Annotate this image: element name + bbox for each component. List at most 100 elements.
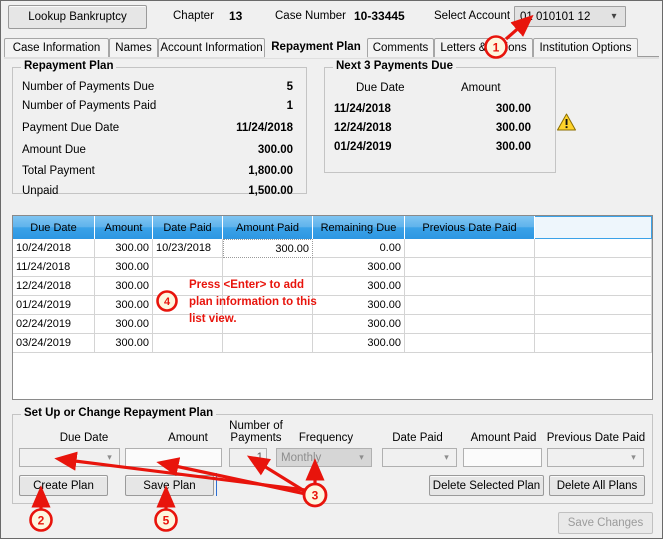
setup-frequency-dropdown[interactable]: Monthly ▾	[276, 448, 372, 467]
cell-remaining-due[interactable]: 300.00	[313, 277, 405, 296]
cell-due-date[interactable]: 10/24/2018	[13, 239, 95, 258]
cell-previous-date-paid[interactable]	[405, 277, 535, 296]
cell-due-date[interactable]: 02/24/2019	[13, 315, 95, 334]
setup-date-paid-label: Date Paid	[392, 432, 443, 444]
cell-extra[interactable]	[535, 258, 652, 277]
setup-amount-paid-input[interactable]	[463, 448, 542, 467]
grid-column-blank[interactable]	[535, 216, 652, 239]
setup-num-payments-label-line2: Payments	[230, 432, 282, 444]
table-row[interactable]: 03/24/2019 300.00 300.00	[13, 334, 652, 353]
create-plan-button[interactable]: Create Plan	[19, 475, 108, 496]
chapter-label: Chapter	[173, 10, 214, 22]
total-payment-label: Total Payment	[22, 165, 95, 177]
amount-due-label: Amount Due	[22, 144, 86, 156]
chevron-down-icon: ▾	[107, 452, 112, 462]
cell-amount[interactable]: 300.00	[95, 334, 153, 353]
amount-due-value: 300.00	[257, 144, 293, 156]
setup-due-date-picker[interactable]: ▾	[19, 448, 120, 467]
tab-letters-and-actions[interactable]: Letters & Actions	[434, 38, 533, 57]
table-row[interactable]: 02/24/2019 300.00 300.00	[13, 315, 652, 334]
cell-amount[interactable]: 300.00	[95, 258, 153, 277]
num-payments-paid-label: Number of Payments Paid	[22, 100, 157, 112]
cell-date-paid[interactable]	[153, 258, 223, 277]
cell-previous-date-paid[interactable]	[405, 315, 535, 334]
repayment-plan-group-title: Repayment Plan	[21, 60, 117, 72]
cell-previous-date-paid[interactable]	[405, 296, 535, 315]
payment-due-date-label: Payment Due Date	[22, 122, 120, 134]
tab-repayment-plan[interactable]: Repayment Plan	[265, 35, 367, 58]
tab-comments[interactable]: Comments	[367, 38, 434, 57]
cell-previous-date-paid[interactable]	[405, 239, 535, 258]
cell-amount[interactable]: 300.00	[95, 296, 153, 315]
grid-column-previous-date-paid[interactable]: Previous Date Paid	[405, 216, 535, 239]
select-account-dropdown[interactable]: 01 010101 12 ▾	[514, 6, 626, 27]
application-window: Lookup Bankruptcy Chapter 13 Case Number…	[0, 0, 663, 539]
setup-amount-input[interactable]	[125, 448, 222, 467]
grid-column-due-date[interactable]: Due Date	[13, 216, 95, 239]
cell-previous-date-paid[interactable]	[405, 334, 535, 353]
annotation-callout-line-1: Press <Enter> to add	[189, 279, 305, 291]
annotation-callout-line-2: plan information to this	[189, 296, 317, 308]
next-payment-1-date: 11/24/2018	[334, 103, 391, 115]
setup-number-of-payments-input[interactable]: 1	[229, 448, 267, 467]
grid-header-row: Due Date Amount Date Paid Amount Paid Re…	[13, 216, 652, 239]
cell-date-paid[interactable]: 10/23/2018	[153, 239, 223, 258]
unpaid-label: Unpaid	[22, 185, 59, 197]
grid-column-amount-paid[interactable]: Amount Paid	[223, 216, 313, 239]
table-row[interactable]: 11/24/2018 300.00 300.00	[13, 258, 652, 277]
setup-date-paid-picker[interactable]: ▾	[382, 448, 457, 467]
cell-remaining-due[interactable]: 300.00	[313, 258, 405, 277]
cell-amount-paid[interactable]	[223, 334, 313, 353]
cell-remaining-due[interactable]: 300.00	[313, 296, 405, 315]
table-row[interactable]: 12/24/2018 300.00 300.00	[13, 277, 652, 296]
save-changes-button[interactable]: Save Changes	[558, 512, 653, 534]
cell-due-date[interactable]: 03/24/2019	[13, 334, 95, 353]
cell-date-paid[interactable]	[153, 334, 223, 353]
next-payments-group-title: Next 3 Payments Due	[333, 60, 456, 72]
cell-remaining-due[interactable]: 0.00	[313, 239, 405, 258]
next-payment-1-amount: 300.00	[495, 103, 531, 115]
grid-column-date-paid[interactable]: Date Paid	[153, 216, 223, 239]
cell-extra[interactable]	[535, 315, 652, 334]
grid-column-remaining-due[interactable]: Remaining Due	[313, 216, 405, 239]
cell-extra[interactable]	[535, 296, 652, 315]
cell-extra[interactable]	[535, 334, 652, 353]
cell-due-date[interactable]: 11/24/2018	[13, 258, 95, 277]
chevron-down-icon: ▾	[611, 11, 617, 22]
cell-amount[interactable]: 300.00	[95, 239, 153, 258]
next-payment-2-date: 12/24/2018	[334, 122, 392, 134]
cell-amount[interactable]: 300.00	[95, 277, 153, 296]
cell-amount-paid[interactable]: 300.00	[223, 239, 313, 258]
cell-remaining-due[interactable]: 300.00	[313, 334, 405, 353]
case-number-value: 10-33445	[354, 9, 405, 23]
tab-case-information[interactable]: Case Information	[4, 38, 109, 57]
annotation-callout-line-3: list view.	[189, 313, 237, 325]
cell-extra[interactable]	[535, 239, 652, 258]
next-payment-3-date: 01/24/2019	[334, 141, 392, 153]
annotation-marker-2: 2	[38, 514, 45, 528]
delete-selected-plan-button[interactable]: Delete Selected Plan	[429, 475, 544, 496]
tab-account-information[interactable]: Account Information	[158, 38, 265, 57]
cell-due-date[interactable]: 01/24/2019	[13, 296, 95, 315]
lookup-bankruptcy-button[interactable]: Lookup Bankruptcy	[8, 5, 147, 29]
setup-previous-date-paid-label: Previous Date Paid	[546, 432, 646, 444]
table-row[interactable]: 10/24/2018 300.00 10/23/2018 300.00 0.00	[13, 239, 652, 258]
total-payment-value: 1,800.00	[248, 165, 293, 177]
tab-institution-options[interactable]: Institution Options	[533, 38, 638, 57]
save-plan-button[interactable]: Save Plan	[125, 475, 214, 496]
cell-due-date[interactable]: 12/24/2018	[13, 277, 95, 296]
cell-remaining-due[interactable]: 300.00	[313, 315, 405, 334]
cell-previous-date-paid[interactable]	[405, 258, 535, 277]
cell-amount-paid[interactable]	[223, 258, 313, 277]
tab-names[interactable]: Names	[109, 38, 158, 57]
cell-amount[interactable]: 300.00	[95, 315, 153, 334]
setup-previous-date-paid-picker[interactable]: ▾	[547, 448, 644, 467]
repayment-plan-grid[interactable]: Due Date Amount Date Paid Amount Paid Re…	[12, 215, 653, 400]
table-row[interactable]: 01/24/2019 300.00 300.00	[13, 296, 652, 315]
tab-strip: Case Information Names Account Informati…	[1, 35, 662, 59]
delete-all-plans-button[interactable]: Delete All Plans	[549, 475, 645, 496]
cell-extra[interactable]	[535, 277, 652, 296]
setup-group-title: Set Up or Change Repayment Plan	[21, 407, 217, 419]
grid-column-amount[interactable]: Amount	[95, 216, 153, 239]
num-payments-due-label: Number of Payments Due	[22, 81, 155, 93]
